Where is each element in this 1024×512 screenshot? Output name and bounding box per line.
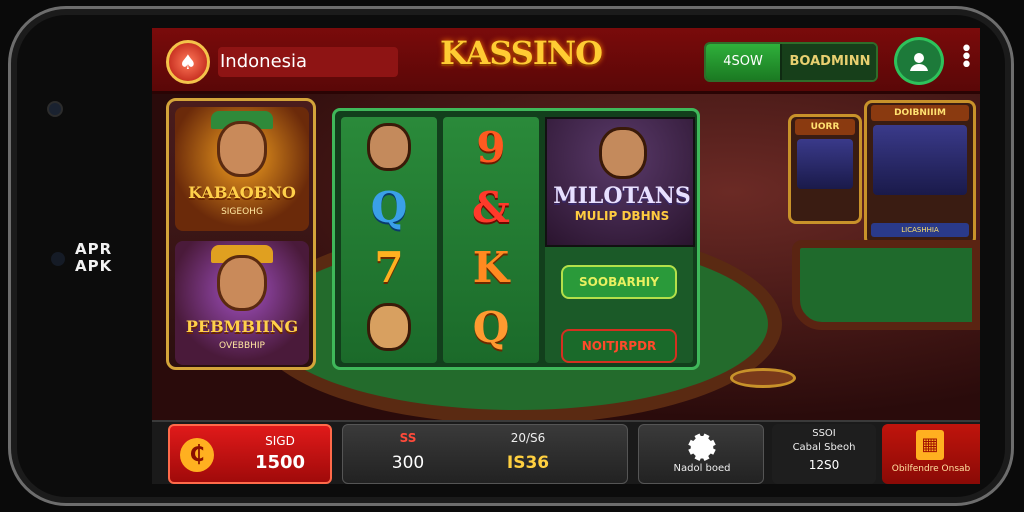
character-symbol-icon <box>367 123 411 171</box>
stats-panel: SS 300 20/S6 IS36 <box>342 424 628 484</box>
machine-title: DOIBNIIIM <box>871 105 969 121</box>
bonus-badge[interactable]: SOOBARHIY <box>561 265 677 299</box>
character-avatar <box>217 255 267 311</box>
promo-card[interactable]: PEBMBIING OVEBBHIP <box>175 241 309 365</box>
stat-label-left: SS <box>399 431 417 445</box>
game-title: KASSINO <box>440 34 603 72</box>
slot-machine-large[interactable]: DOIBNIIIM LICASHHIA <box>864 100 976 246</box>
brand-logo-icon[interactable]: ♠ <box>166 40 210 84</box>
bet-value: 1500 <box>254 452 306 473</box>
info-line: SSOI <box>812 428 836 439</box>
bar-stool <box>730 368 796 388</box>
promo-title: PEBMBIING <box>185 317 299 336</box>
promo-title: KABAOBNO <box>188 183 296 202</box>
reel-column: 9 & K Q <box>443 117 539 363</box>
character-avatar <box>599 127 647 179</box>
reel-symbol: & <box>472 183 510 232</box>
region-selector[interactable]: Indonesia <box>218 47 398 77</box>
reel-symbol <box>341 299 437 357</box>
bonus-column: MILOTANS MULIP DBHNS SOOBARHIY NOITJRPDR <box>545 117 695 363</box>
bottom-bar: ₵ SIGD 1500 SS 300 20/S6 IS36 Nadol boed… <box>152 420 980 484</box>
character-symbol-icon <box>367 303 411 351</box>
machine-title: UORR <box>795 119 855 135</box>
slot-machine-small[interactable]: UORR <box>788 114 862 224</box>
info-panel: SSOI Cabal Sbeoh 12S0 <box>772 424 876 484</box>
slot-reels[interactable]: Q 7 9 & K Q MILOTANS MULIP DBHNS SOOBARH… <box>332 108 700 370</box>
reel-symbol: 7 <box>374 243 404 292</box>
bet-label: SIGD <box>265 434 295 448</box>
stat-value-left: 300 <box>391 453 425 473</box>
balance-primary: 4SOW <box>706 44 780 80</box>
profile-button[interactable] <box>894 37 944 85</box>
stat-label-right: 20/S6 <box>510 431 546 445</box>
feature-title: MILOTANS <box>553 183 691 209</box>
feature-card[interactable]: MILOTANS MULIP DBHNS <box>545 117 695 247</box>
balance-secondary: BOADMINN <box>782 44 876 80</box>
character-avatar <box>217 121 267 177</box>
machine-screen <box>873 125 967 195</box>
shop-button[interactable]: ▦ Obilfendre Onsab <box>882 424 980 484</box>
info-value: 12S0 <box>808 458 840 472</box>
info-line: Cabal Sbeoh <box>792 442 856 453</box>
reel-symbol <box>341 119 437 177</box>
camera-lens <box>47 101 63 117</box>
side-gaming-table <box>792 240 980 330</box>
feature-subtitle: MULIP DBHNS <box>574 209 670 223</box>
front-sensor <box>51 252 65 266</box>
promo-subtitle: OVEBBHIP <box>219 341 265 351</box>
top-bar: ♠ Indonesia KASSINO 4SOW BOADMINN • • • <box>152 28 980 94</box>
coin-icon: ₵ <box>180 438 214 472</box>
reel-symbol: 9 <box>476 123 506 172</box>
bonus-badge[interactable]: NOITJRPDR <box>561 329 677 363</box>
reel-symbol: Q <box>370 183 408 232</box>
reel-symbol: Q <box>472 303 510 352</box>
settings-button[interactable]: Nadol boed <box>638 424 764 484</box>
balance-display[interactable]: 4SOW BOADMINN <box>704 42 878 82</box>
user-icon <box>910 53 928 71</box>
casino-scene: UORR DOIBNIIIM LICASHHIA KABAOBNO SIGEOH… <box>152 94 980 424</box>
bet-button[interactable]: ₵ SIGD 1500 <box>168 424 332 484</box>
machine-screen <box>797 139 853 189</box>
reel-column: Q 7 <box>341 117 437 363</box>
gear-icon <box>688 433 716 461</box>
reel-symbol: K <box>472 243 510 292</box>
shop-icon: ▦ <box>916 430 944 460</box>
watermark-logo: APR APK <box>75 240 113 275</box>
settings-label: Nadol boed <box>673 463 731 474</box>
promo-subtitle: SIGEOHG <box>221 207 263 217</box>
game-screen: ♠ Indonesia KASSINO 4SOW BOADMINN • • • UO… <box>152 28 980 484</box>
stat-value-right: IS36 <box>506 453 550 473</box>
more-menu-icon[interactable]: • • • <box>960 39 973 77</box>
promo-card[interactable]: KABAOBNO SIGEOHG <box>175 107 309 231</box>
promo-panel: KABAOBNO SIGEOHG PEBMBIING OVEBBHIP <box>166 98 316 370</box>
shop-label: Obilfendre Onsab <box>891 464 971 474</box>
machine-label: LICASHHIA <box>871 223 969 237</box>
